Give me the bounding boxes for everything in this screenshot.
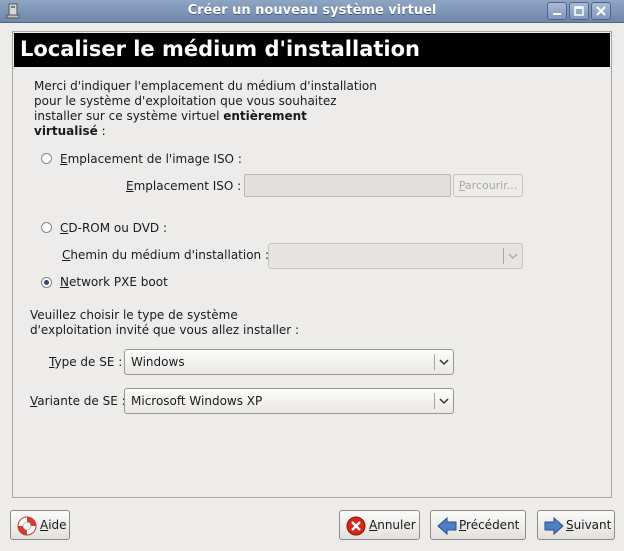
- cdrom-path-combo[interactable]: [268, 243, 523, 269]
- chevron-down-icon: [439, 359, 449, 366]
- cdrom-radio[interactable]: [41, 222, 52, 233]
- os-type-label: Type de SE :: [49, 355, 122, 369]
- cdrom-radio-label[interactable]: CD-ROM ou DVD :: [60, 221, 167, 235]
- back-mnemonic: P: [459, 518, 467, 532]
- maximize-icon: [574, 6, 584, 16]
- intro-line-2: pour le système d'exploitation que vous …: [34, 94, 337, 108]
- help-button-label: Aide: [40, 518, 67, 532]
- intro-line-4-text: :: [97, 124, 106, 138]
- iso-location-label: Emplacement ISO :: [126, 179, 241, 193]
- cancel-text: nnuler: [377, 518, 416, 532]
- minimize-icon: [553, 13, 561, 15]
- os-variant-combo[interactable]: Microsoft Windows XP: [124, 388, 454, 414]
- intro-emphasis-1: entièrement: [223, 109, 307, 123]
- intro-line-3-text: installer sur ce système virtuel: [34, 109, 224, 123]
- help-text: ide: [48, 518, 67, 532]
- cdrom-radio-text: D-ROM ou DVD :: [68, 221, 168, 235]
- os-variant-text: ariante de SE :: [37, 394, 126, 408]
- os-variant-label: Variante de SE :: [30, 394, 126, 408]
- intro-emphasis-2: virtualisé: [34, 124, 98, 138]
- back-text: récédent: [466, 518, 520, 532]
- forward-button-label: Suivant: [566, 518, 611, 532]
- forward-mnemonic: S: [566, 518, 574, 532]
- iso-radio[interactable]: [41, 153, 52, 164]
- os-type-value: Windows: [131, 355, 185, 369]
- chevron-down-icon: [508, 253, 518, 260]
- browse-text: arcourir...: [464, 179, 518, 192]
- chevron-down-icon: [439, 398, 449, 405]
- close-button[interactable]: [591, 2, 611, 20]
- intro-line-1: Merci d'indiquer l'emplacement du médium…: [34, 79, 377, 93]
- arrow-right-icon: [544, 516, 564, 536]
- lifebuoy-help-icon: [17, 516, 37, 536]
- os-variant-value: Microsoft Windows XP: [131, 394, 263, 408]
- os-prompt-line-1: Veuillez choisir le type de système: [30, 308, 238, 322]
- os-type-text: ype de SE :: [54, 355, 123, 369]
- back-button-label: Précédent: [459, 518, 519, 532]
- pxe-radio-label[interactable]: Network PXE boot: [60, 275, 168, 289]
- arrow-left-icon: [437, 516, 457, 536]
- combo-separator: [434, 354, 435, 370]
- close-icon: [596, 6, 606, 16]
- iso-radio-label[interactable]: Emplacement de l'image ISO :: [60, 152, 242, 166]
- cdrom-path-label: Chemin du médium d'installation :: [62, 248, 269, 262]
- help-button[interactable]: Aide: [10, 510, 70, 540]
- combo-separator: [503, 248, 504, 264]
- window-titlebar[interactable]: Créer un nouveau système virtuel: [0, 0, 624, 23]
- cancel-icon: [346, 516, 366, 536]
- iso-radio-mnemonic: E: [60, 152, 68, 166]
- window-title: Créer un nouveau système virtuel: [187, 3, 437, 18]
- os-prompt-line-2: d'exploitation invité que vous allez ins…: [30, 323, 300, 337]
- minimize-button[interactable]: [547, 2, 567, 20]
- cancel-button[interactable]: Annuler: [339, 510, 420, 540]
- combo-separator: [434, 393, 435, 409]
- os-type-combo[interactable]: Windows: [124, 349, 454, 375]
- maximize-button[interactable]: [569, 2, 589, 20]
- pxe-radio-text: etwork PXE boot: [68, 275, 168, 289]
- intro-line-3: installer sur ce système virtuel entière…: [34, 109, 377, 124]
- forward-text: uivant: [573, 518, 612, 532]
- iso-location-mnemonic: E: [126, 179, 134, 193]
- back-button[interactable]: Précédent: [430, 510, 526, 540]
- intro-text: Merci d'indiquer l'emplacement du médium…: [34, 79, 377, 139]
- browse-button[interactable]: Parcourir...: [453, 174, 523, 197]
- cdrom-path-text: hemin du médium d'installation :: [70, 248, 270, 262]
- intro-line-4: virtualisé :: [34, 124, 377, 139]
- cancel-button-label: Annuler: [369, 518, 416, 532]
- iso-location-text: mplacement ISO :: [133, 179, 242, 193]
- help-mnemonic: A: [40, 518, 49, 532]
- page-title: Localiser le médium d'installation: [14, 33, 610, 67]
- iso-radio-text: mplacement de l'image ISO :: [67, 152, 242, 166]
- pxe-radio-mnemonic: N: [60, 275, 69, 289]
- os-prompt-text: Veuillez choisir le type de système d'ex…: [30, 308, 299, 338]
- iso-location-input[interactable]: [244, 174, 451, 197]
- cancel-mnemonic: A: [369, 518, 378, 532]
- pxe-radio[interactable]: [41, 277, 52, 288]
- forward-button[interactable]: Suivant: [537, 510, 615, 540]
